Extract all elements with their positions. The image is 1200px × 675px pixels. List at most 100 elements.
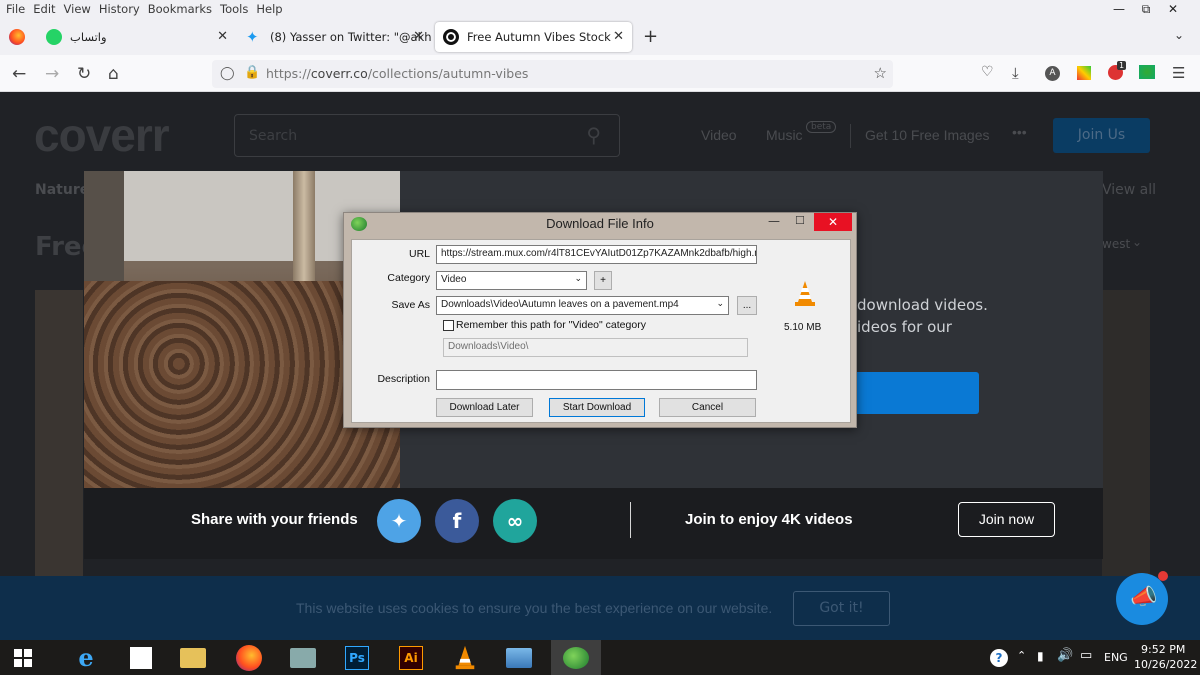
extension-colorzilla-icon[interactable]: [1077, 66, 1091, 80]
search-input[interactable]: Search ⚲: [234, 114, 620, 157]
taskbar-illustrator[interactable]: Ai: [388, 640, 434, 675]
url-text[interactable]: https://coverr.co/collections/autumn-vib…: [266, 66, 528, 81]
device-icon[interactable]: ▮: [1037, 649, 1044, 663]
show-hidden-icons-icon[interactable]: ⌃: [1017, 649, 1026, 662]
volume-icon[interactable]: 🔊: [1057, 648, 1073, 663]
nav-music[interactable]: Music: [766, 127, 803, 143]
nav-more-icon[interactable]: •••: [1012, 124, 1027, 140]
dialog-minimize-icon[interactable]: —: [768, 214, 780, 228]
illustrator-icon: Ai: [399, 645, 423, 670]
twitter-share-icon[interactable]: ✦: [377, 499, 421, 543]
forward-icon[interactable]: →: [45, 64, 59, 84]
new-tab-icon[interactable]: +: [643, 26, 658, 47]
list-tabs-icon[interactable]: ⌄: [1174, 28, 1184, 42]
minimize-icon[interactable]: —: [1106, 0, 1132, 18]
link-share-icon[interactable]: ∞: [493, 499, 537, 543]
taskbar-photos[interactable]: [496, 640, 542, 675]
taskbar-photoshop[interactable]: Ps: [334, 640, 380, 675]
coverr-logo[interactable]: coverr: [34, 108, 170, 162]
menu-edit[interactable]: Edit: [33, 2, 55, 16]
close-icon[interactable]: ✕: [413, 29, 424, 44]
cancel-button[interactable]: Cancel: [659, 398, 756, 417]
dialog-close-icon[interactable]: ✕: [814, 213, 852, 231]
logo-text: coverr: [34, 109, 170, 161]
folder-icon: [180, 647, 206, 668]
save-as-select[interactable]: Downloads\Video\Autumn leaves on a pavem…: [436, 296, 729, 315]
nav-video[interactable]: Video: [701, 127, 737, 143]
bookmark-star-icon[interactable]: ☆: [874, 64, 887, 82]
restore-icon[interactable]: ⧉: [1133, 0, 1159, 18]
thumbnail-left[interactable]: [35, 290, 83, 576]
tab-twitter[interactable]: ✦ (8) Yasser on Twitter: "@akhsae ✕: [238, 22, 432, 52]
address-bar[interactable]: ◯ 🔒 https://coverr.co/collections/autumn…: [212, 60, 893, 88]
add-category-button[interactable]: +: [594, 271, 612, 290]
close-icon[interactable]: ✕: [613, 29, 624, 44]
category-label: Category: [387, 272, 430, 284]
lock-icon[interactable]: 🔒: [244, 65, 260, 80]
back-icon[interactable]: ←: [12, 64, 26, 84]
tab-whatsapp[interactable]: واتساب ✕: [38, 22, 236, 52]
tab-coverr[interactable]: Free Autumn Vibes Stock Video ✕: [435, 22, 632, 52]
taskbar-monitor[interactable]: [280, 640, 326, 675]
join-us-button[interactable]: Join Us: [1053, 118, 1150, 153]
account-icon[interactable]: A: [1045, 66, 1060, 81]
view-all-link[interactable]: View all: [1102, 182, 1156, 198]
cookie-accept-button[interactable]: Got it!: [793, 591, 890, 626]
category-nature[interactable]: Nature: [35, 182, 89, 198]
download-button[interactable]: [857, 372, 979, 414]
download-later-button[interactable]: Download Later: [436, 398, 533, 417]
dropbox-icon: [130, 646, 152, 669]
search-icon[interactable]: ⚲: [586, 123, 601, 147]
close-window-icon[interactable]: ✕: [1160, 0, 1186, 18]
menu-bookmarks[interactable]: Bookmarks: [148, 2, 212, 16]
help-icon[interactable]: ?: [990, 649, 1008, 667]
description-field[interactable]: [436, 370, 757, 390]
twitter-icon: ✦: [246, 28, 259, 46]
firefox-menu-icon[interactable]: [9, 29, 25, 45]
menu-view[interactable]: View: [64, 2, 91, 16]
pocket-icon[interactable]: ♡: [981, 64, 994, 80]
save-as-value: Downloads\Video\Autumn leaves on a pavem…: [441, 299, 679, 310]
photoshop-icon: Ps: [345, 645, 369, 670]
taskbar-dropbox[interactable]: [118, 640, 164, 675]
facebook-share-icon[interactable]: f: [435, 499, 479, 543]
remember-path-checkbox[interactable]: [443, 320, 454, 331]
category-select[interactable]: Video ⌄: [436, 271, 587, 290]
dialog-maximize-icon[interactable]: ☐: [795, 214, 805, 227]
url-field[interactable]: https://stream.mux.com/r4lT81CEvYAIutD01…: [436, 245, 757, 264]
shield-icon[interactable]: ◯: [220, 66, 235, 81]
menu-file[interactable]: File: [6, 2, 25, 16]
shadow-shape: [84, 171, 124, 281]
modal-text-line2: ideos for our: [857, 318, 952, 336]
browse-button[interactable]: ...: [737, 296, 757, 315]
menu-tools[interactable]: Tools: [220, 2, 248, 16]
downloads-icon[interactable]: ⤓: [1012, 64, 1019, 82]
start-download-button[interactable]: Start Download: [549, 398, 645, 417]
sort-dropdown[interactable]: west: [1102, 237, 1130, 251]
join-now-button[interactable]: Join now: [958, 502, 1055, 537]
taskbar-vlc[interactable]: [442, 640, 488, 675]
taskbar-ie[interactable]: e: [63, 640, 109, 675]
extension-idm-icon[interactable]: [1139, 65, 1155, 79]
chevron-down-icon[interactable]: ⌄: [1132, 235, 1142, 249]
menu-help[interactable]: Help: [256, 2, 282, 16]
start-button[interactable]: [0, 640, 46, 675]
taskbar-firefox[interactable]: [226, 640, 272, 675]
clock-time[interactable]: 9:52 PM: [1141, 643, 1185, 656]
megaphone-icon: 📣: [1130, 585, 1158, 610]
language-indicator[interactable]: ENG: [1104, 651, 1128, 664]
taskbar-explorer[interactable]: [170, 640, 216, 675]
tab-title: (8) Yasser on Twitter: "@akhsae: [270, 30, 432, 44]
clock-date[interactable]: 10/26/2022: [1134, 658, 1197, 671]
nav-free-images[interactable]: Get 10 Free Images: [865, 127, 990, 143]
taskbar-idm[interactable]: [551, 640, 601, 675]
hamburger-menu-icon[interactable]: ☰: [1172, 64, 1185, 82]
chat-widget-button[interactable]: 📣: [1116, 573, 1168, 625]
reload-icon[interactable]: ↻: [77, 64, 91, 84]
home-icon[interactable]: ⌂: [108, 64, 119, 84]
close-icon[interactable]: ✕: [217, 29, 228, 44]
thumbnail-right[interactable]: [1102, 290, 1150, 576]
network-icon[interactable]: ▭: [1080, 648, 1092, 663]
menu-history[interactable]: History: [99, 2, 140, 16]
chevron-down-icon: ⌄: [574, 273, 582, 283]
